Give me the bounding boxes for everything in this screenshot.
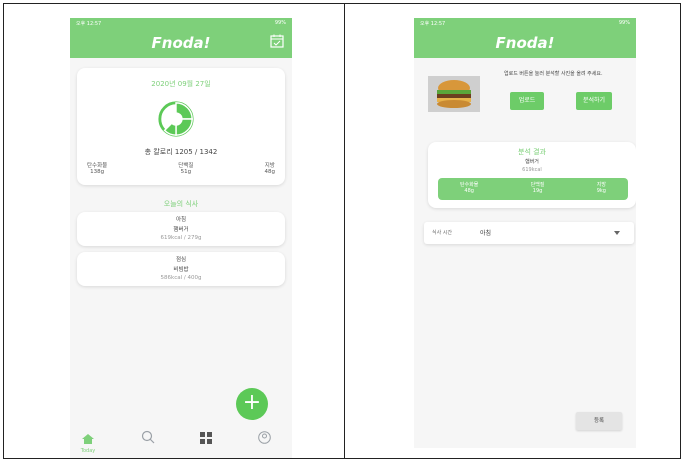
meal-card-lunch[interactable]: 점심 비빔밥 586kcal / 400g <box>77 252 285 286</box>
analyze-button[interactable]: 분석하기 <box>576 92 612 110</box>
bottom-nav: Today <box>70 423 292 454</box>
app-header: 오후 12:57 99% Fnoda! <box>414 18 636 58</box>
status-time: 오후 12:57 <box>76 21 102 27</box>
status-battery: 99% <box>274 20 286 26</box>
macro-carb: 탄수화물 138g <box>87 163 108 175</box>
result-kcal: 619kcal <box>522 167 542 173</box>
macro-protein: 단백질 51g <box>178 163 194 175</box>
nav-today-label: Today <box>80 448 96 454</box>
nav-today[interactable]: Today <box>80 429 96 454</box>
nav-dashboard[interactable] <box>198 429 214 445</box>
date-label: 2020년 09월 27일 <box>151 80 211 88</box>
profile-icon <box>257 431 271 444</box>
app-title: Fnoda! <box>151 34 211 52</box>
meal-name: 햄버거 <box>173 227 189 233</box>
upload-button[interactable]: 업로드 <box>510 92 544 110</box>
add-meal-button[interactable]: + <box>236 388 268 420</box>
meals-heading: 오늘의 식사 <box>163 200 199 208</box>
analysis-result-card: 분석 결과 햄버거 619kcal 탄수화물 48g 단백질 19g 지방 9k… <box>428 142 636 208</box>
grid-icon <box>200 432 212 444</box>
status-bar: 오후 12:57 99% <box>76 20 286 30</box>
meal-time: 아침 <box>175 217 187 223</box>
status-bar: 오후 12:57 99% <box>420 20 630 30</box>
app-header: 오후 12:57 99% Fnoda! <box>70 18 292 58</box>
status-time: 오후 12:57 <box>420 21 446 27</box>
daily-summary-card: 2020년 09월 27일 총 칼로리 1205 / 1342 탄수화물 138… <box>77 68 285 185</box>
food-scan-icon <box>141 430 155 444</box>
register-button[interactable]: 등록 <box>576 412 622 430</box>
macro-row: 탄수화물 138g 단백질 51g 지방 48g <box>87 161 275 181</box>
status-battery: 99% <box>618 20 630 26</box>
meal-time: 점심 <box>175 257 187 263</box>
nav-camera[interactable] <box>140 429 156 445</box>
macro-fat: 지방 48g <box>264 163 276 175</box>
nutrition-pie-chart <box>158 101 194 137</box>
food-photo-thumbnail <box>428 76 480 112</box>
meal-card-breakfast[interactable]: 아침 햄버거 619kcal / 279g <box>77 212 285 246</box>
panel-divider <box>344 3 345 459</box>
result-macro-bar: 탄수화물 48g 단백질 19g 지방 9kg <box>438 178 628 200</box>
meal-time-selector[interactable]: 식사 시간 아침 <box>424 222 634 244</box>
meal-name: 비빔밥 <box>173 267 189 273</box>
app-title: Fnoda! <box>495 34 555 52</box>
home-icon <box>82 434 94 444</box>
chevron-down-icon <box>614 231 620 235</box>
meal-time-value: 아침 <box>480 230 492 237</box>
meal-time-label: 식사 시간 <box>432 230 452 236</box>
total-calorie-text: 총 칼로리 1205 / 1342 <box>144 148 218 156</box>
phone-home-screen: 오후 12:57 99% Fnoda! 2020년 09월 27일 총 칼로리 … <box>70 18 292 458</box>
result-macro-protein: 단백질 19g <box>530 182 545 194</box>
result-macro-carb: 탄수화물 48g <box>460 182 479 194</box>
result-macro-fat: 지방 9kg <box>596 182 606 194</box>
result-title: 분석 결과 <box>518 148 546 156</box>
nav-profile[interactable] <box>256 429 272 445</box>
calendar-icon[interactable] <box>270 34 284 48</box>
result-food-name: 햄버거 <box>525 159 539 165</box>
meal-info: 619kcal / 279g <box>160 235 202 241</box>
meal-info: 586kcal / 400g <box>160 275 202 281</box>
upload-instruction: 업로드 버튼을 눌러 분석할 사진을 올려 주세요. <box>504 71 603 77</box>
phone-upload-screen: 오후 12:57 99% Fnoda! 업로드 버튼을 눌러 분석할 사진을 올… <box>414 18 636 448</box>
